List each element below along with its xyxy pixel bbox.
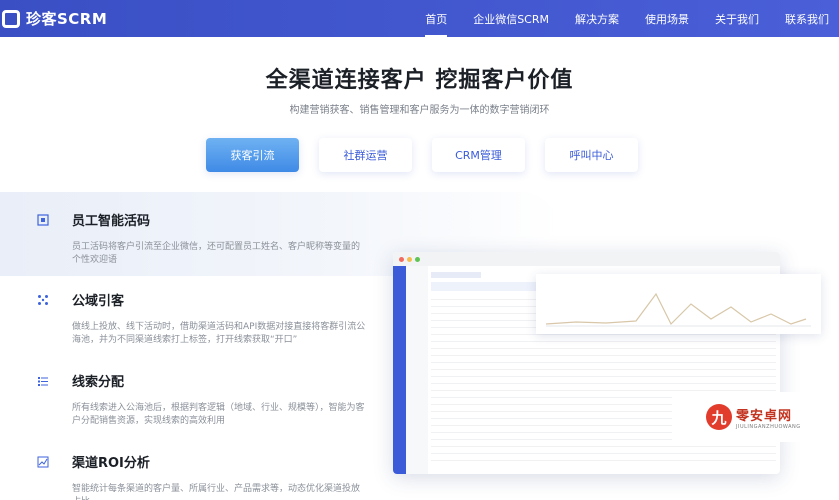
trend-line [545, 292, 811, 327]
feature-title: 员工智能活码 [72, 214, 151, 229]
app-sidebar [393, 266, 406, 474]
chart-icon [36, 455, 50, 469]
feature-item-public[interactable]: 公域引客 做线上投放、线下活动时，借助渠道活码和API数据对接直接将客群引流公海… [36, 290, 366, 347]
watermark-subtext: JIULINGANZHUOWANG [736, 423, 801, 430]
tab-acquisition[interactable]: 获客引流 [206, 138, 299, 172]
feature-item-leads[interactable]: 线索分配 所有线索进入公海池后，根据判客逻辑（地域、行业、规模等），智能为客户分… [36, 371, 366, 428]
tab-community[interactable]: 社群运营 [319, 138, 412, 172]
site-watermark: 九 零安卓网 JIULINGANZHUOWANG [672, 392, 839, 442]
feature-title: 线索分配 [72, 375, 125, 390]
page-subtitle: 构建营销获客、销售管理和客户服务为一体的数字营销闭环 [289, 105, 550, 116]
channel-icon [36, 293, 50, 307]
feature-desc: 所有线索进入公海池后，根据判客逻辑（地域、行业、规模等），智能为客户分配销售资源… [72, 403, 365, 426]
page-title: 全渠道连接客户 挖掘客户价值 [265, 68, 574, 93]
trend-chart-card [536, 274, 821, 334]
app-menu [406, 266, 428, 474]
feature-item-roi[interactable]: 渠道ROI分析 智能统计每条渠道的客户量、所属行业、产品需求等，动态优化渠道投放… [36, 452, 366, 500]
nav-item-about[interactable]: 关于我们 [715, 0, 759, 37]
feature-tabs: 获客引流 社群运营 CRM管理 呼叫中心 [206, 138, 658, 172]
main-nav: 首页 企业微信SCRM 解决方案 使用场景 关于我们 联系我们 [399, 0, 839, 37]
tab-crm[interactable]: CRM管理 [432, 138, 525, 172]
brand-name: 珍客SCRM [26, 10, 108, 28]
feature-title: 公域引客 [72, 294, 125, 309]
nav-item-scenarios[interactable]: 使用场景 [645, 0, 689, 37]
logo-icon [2, 9, 20, 28]
nav-item-wechat-scrm[interactable]: 企业微信SCRM [473, 0, 549, 37]
feature-title: 渠道ROI分析 [72, 456, 150, 471]
qr-code-icon [36, 213, 50, 227]
watermark-text: 零安卓网 [736, 408, 793, 424]
tab-call-center[interactable]: 呼叫中心 [545, 138, 638, 172]
top-header: 珍客SCRM 首页 企业微信SCRM 解决方案 使用场景 关于我们 联系我们 [0, 0, 839, 37]
nav-item-contact[interactable]: 联系我们 [785, 0, 829, 37]
feature-desc: 智能统计每条渠道的客户量、所属行业、产品需求等，动态优化渠道投放占比 [72, 484, 361, 500]
feature-desc: 员工活码将客户引流至企业微信，还可配置员工姓名、客户昵称等变量的个性欢迎语 [72, 242, 361, 265]
feature-desc: 做线上投放、线下活动时，借助渠道活码和API数据对接直接将客群引流公海池，并为不… [72, 322, 366, 345]
watermark-logo-icon: 九 [706, 404, 732, 430]
nav-item-solutions[interactable]: 解决方案 [575, 0, 619, 37]
list-icon [36, 374, 50, 388]
window-titlebar [393, 252, 780, 266]
feature-item-qr[interactable]: 员工智能活码 员工活码将客户引流至企业微信，还可配置员工姓名、客户昵称等变量的个… [36, 210, 366, 267]
nav-item-home[interactable]: 首页 [425, 0, 448, 37]
brand-logo[interactable]: 珍客SCRM [2, 8, 107, 29]
